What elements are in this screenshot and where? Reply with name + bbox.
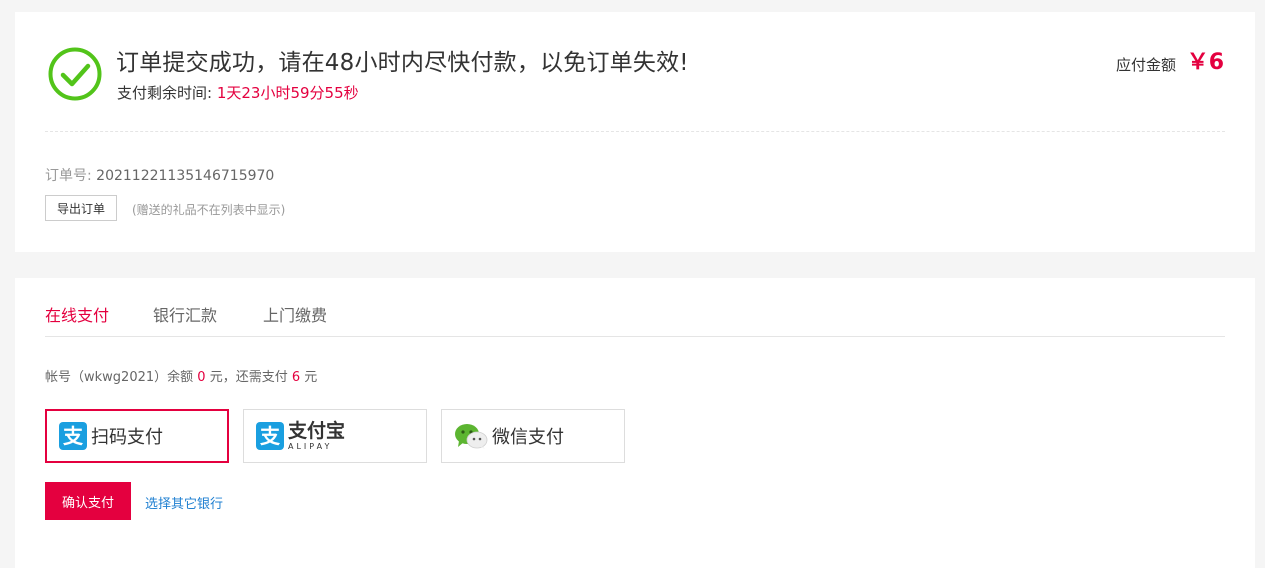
pay-option-scan[interactable]: 支 扫码支付 — [45, 409, 229, 463]
divider — [45, 131, 1225, 132]
order-number-value: 20211221135146715970 — [96, 168, 275, 184]
payment-card: 在线支付 银行汇款 上门缴费 帐号（wkwg2021）余额 0 元，还需支付 6… — [15, 278, 1255, 568]
amount-needed: 6 — [291, 370, 301, 385]
alipay-logo-text: 支付宝 ALIPAY — [288, 419, 346, 451]
pay-option-scan-label: 扫码支付 — [91, 427, 163, 448]
alipay-icon: 支 — [59, 422, 87, 450]
pay-option-wechat-label: 微信支付 — [492, 427, 564, 448]
pay-option-wechat[interactable]: 微信支付 — [441, 409, 625, 463]
amount-due-value: ￥6 — [1186, 50, 1224, 75]
account-mid: 元，还需支付 — [209, 370, 288, 385]
check-circle-icon — [48, 47, 102, 101]
account-balance-line: 帐号（wkwg2021）余额 0 元，还需支付 6 元 — [45, 366, 317, 385]
remaining-time: 支付剩余时间: 1天23小时59分55秒 — [117, 82, 359, 103]
alipay-sublabel: ALIPAY — [288, 441, 333, 451]
tab-online-payment[interactable]: 在线支付 — [45, 302, 109, 326]
remaining-time-value: 1天23小时59分55秒 — [216, 84, 359, 102]
account-balance: 0 — [197, 370, 206, 385]
confirm-payment-button[interactable]: 确认支付 — [45, 482, 131, 520]
choose-other-bank-link[interactable]: 选择其它银行 — [145, 493, 223, 512]
order-number: 订单号: 20211221135146715970 — [45, 165, 274, 185]
alipay-label: 支付宝 — [288, 419, 346, 442]
gift-note: (赠送的礼品不在列表中显示) — [132, 203, 286, 217]
amount-due-label: 应付金额 — [1115, 56, 1176, 74]
tab-door-payment[interactable]: 上门缴费 — [263, 302, 327, 326]
payment-method-tabs: 在线支付 银行汇款 上门缴费 — [45, 302, 1225, 337]
account-prefix: 帐号（wkwg2021）余额 — [45, 370, 194, 385]
tab-bank-transfer[interactable]: 银行汇款 — [153, 302, 217, 326]
alipay-icon: 支 — [256, 422, 284, 450]
order-summary-card: 订单提交成功，请在48小时内尽快付款，以免订单失效! 支付剩余时间: 1天23小… — [15, 12, 1255, 252]
account-suffix: 元 — [304, 370, 318, 385]
remaining-time-label: 支付剩余时间: — [117, 84, 213, 102]
wechat-icon — [455, 424, 488, 449]
export-order-button[interactable]: 导出订单 — [45, 195, 117, 221]
order-number-label: 订单号: — [45, 168, 92, 184]
order-success-headline: 订单提交成功，请在48小时内尽快付款，以免订单失效! — [116, 50, 689, 76]
pay-option-alipay[interactable]: 支 支付宝 ALIPAY — [243, 409, 427, 463]
